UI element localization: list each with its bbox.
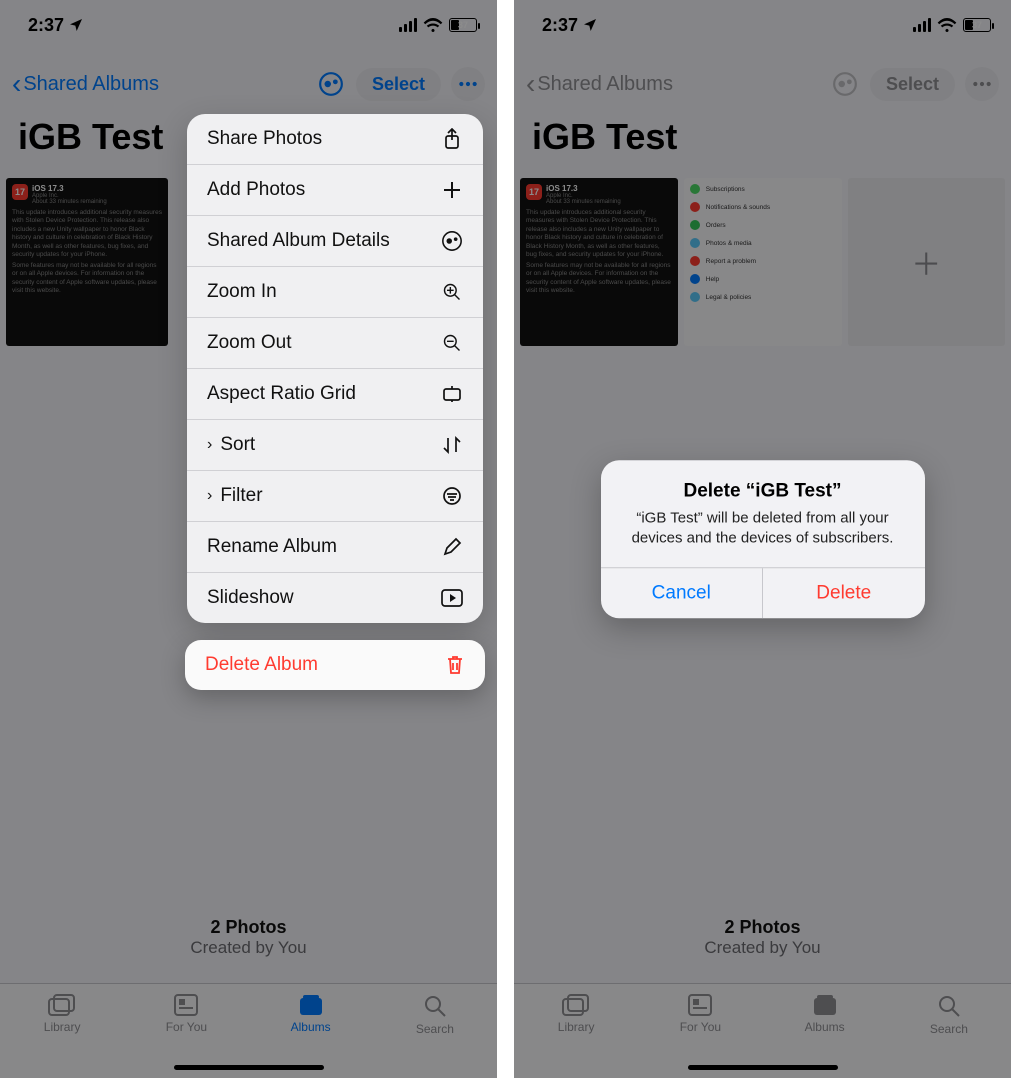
color-dot-icon xyxy=(690,274,700,284)
share-icon xyxy=(441,128,463,150)
back-button[interactable]: ‹ Shared Albums xyxy=(12,70,159,98)
people-icon xyxy=(441,230,463,252)
color-dot-icon xyxy=(690,220,700,230)
color-dot-icon xyxy=(690,184,700,194)
delete-alert: Delete “iGB Test” “iGB Test” will be del… xyxy=(601,460,925,618)
back-label: Shared Albums xyxy=(537,73,673,96)
sort-icon xyxy=(441,434,463,456)
menu-share-photos[interactable]: Share Photos xyxy=(187,114,483,165)
menu-rename-album[interactable]: Rename Album xyxy=(187,522,483,573)
tab-library[interactable]: Library xyxy=(514,984,638,1078)
list-item: Legal & policies xyxy=(690,292,836,302)
wifi-icon xyxy=(423,18,443,32)
chevron-left-icon: ‹ xyxy=(526,70,535,98)
more-button[interactable] xyxy=(965,67,999,101)
menu-slideshow[interactable]: Slideshow xyxy=(187,573,483,623)
more-button[interactable] xyxy=(451,67,485,101)
back-button[interactable]: ‹ Shared Albums xyxy=(526,70,673,98)
tab-search[interactable]: Search xyxy=(887,984,1011,1078)
battery-icon: 37 xyxy=(963,18,991,32)
select-button[interactable]: Select xyxy=(870,68,955,101)
menu-zoom-in[interactable]: Zoom In xyxy=(187,267,483,318)
tab-bar: Library For You Albums Search xyxy=(514,983,1011,1078)
list-item: Orders xyxy=(690,220,836,230)
chevron-right-icon: › xyxy=(207,487,212,505)
add-photo-tile[interactable]: ＋ xyxy=(848,178,1005,346)
color-dot-icon xyxy=(690,292,700,302)
tab-library[interactable]: Library xyxy=(0,984,124,1078)
color-dot-icon xyxy=(690,202,700,212)
aspect-ratio-icon xyxy=(441,383,463,405)
alert-message: “iGB Test” will be deleted from all your… xyxy=(623,508,903,549)
list-item: Notifications & sounds xyxy=(690,202,836,212)
nav-bar: ‹ Shared Albums Select xyxy=(514,58,1011,110)
tab-for-you[interactable]: For You xyxy=(638,984,762,1078)
location-icon xyxy=(68,17,84,33)
home-indicator xyxy=(174,1065,324,1070)
status-time: 2:37 xyxy=(28,15,64,36)
pencil-icon xyxy=(441,536,463,558)
wifi-icon xyxy=(937,18,957,32)
menu-shared-album-details[interactable]: Shared Album Details xyxy=(187,216,483,267)
context-menu: Share Photos Add Photos Shared Album Det… xyxy=(187,114,483,623)
status-bar: 2:37 37 xyxy=(0,0,497,50)
play-rect-icon xyxy=(441,587,463,609)
status-time: 2:37 xyxy=(542,15,578,36)
filter-icon xyxy=(441,485,463,507)
menu-filter[interactable]: › Filter xyxy=(187,471,483,522)
list-item: Help xyxy=(690,274,836,284)
chevron-left-icon: ‹ xyxy=(12,70,21,98)
nav-bar: ‹ Shared Albums Select xyxy=(0,58,497,110)
menu-sort[interactable]: › Sort xyxy=(187,420,483,471)
ios-badge-icon: 17 xyxy=(526,184,542,200)
zoom-out-icon xyxy=(441,332,463,354)
menu-zoom-out[interactable]: Zoom Out xyxy=(187,318,483,369)
status-bar: 2:37 37 xyxy=(514,0,1011,50)
ios-badge-icon: 17 xyxy=(12,184,28,200)
photo-thumbnail[interactable]: Subscriptions Notifications & sounds Order… xyxy=(684,178,842,346)
plus-icon xyxy=(441,179,463,201)
tab-albums[interactable]: Albums xyxy=(249,984,373,1078)
plus-icon: ＋ xyxy=(911,240,941,284)
list-item: Subscriptions xyxy=(690,184,836,194)
cancel-button[interactable]: Cancel xyxy=(601,568,763,618)
thumbnail-row: 17 iOS 17.3 Apple Inc. About 33 minutes … xyxy=(520,178,1005,346)
shared-album-icon[interactable] xyxy=(830,69,860,99)
color-dot-icon xyxy=(690,256,700,266)
photo-thumbnail[interactable]: 17 iOS 17.3 Apple Inc. About 33 minutes … xyxy=(520,178,678,346)
back-label: Shared Albums xyxy=(23,73,159,96)
tab-search[interactable]: Search xyxy=(373,984,497,1078)
footer-summary: 2 Photos Created by You xyxy=(514,917,1011,958)
menu-add-photos[interactable]: Add Photos xyxy=(187,165,483,216)
tab-bar: Library For You Albums Search xyxy=(0,983,497,1078)
list-item: Photos & media xyxy=(690,238,836,248)
album-title: iGB Test xyxy=(532,116,677,158)
footer-summary: 2 Photos Created by You xyxy=(0,917,497,958)
zoom-in-icon xyxy=(441,281,463,303)
select-button[interactable]: Select xyxy=(356,68,441,101)
color-dot-icon xyxy=(690,238,700,248)
menu-aspect-ratio-grid[interactable]: Aspect Ratio Grid xyxy=(187,369,483,420)
cell-signal-icon xyxy=(399,18,417,32)
album-title: iGB Test xyxy=(18,116,163,158)
chevron-right-icon: › xyxy=(207,436,212,454)
trash-icon xyxy=(445,654,465,676)
tab-albums[interactable]: Albums xyxy=(763,984,887,1078)
photo-thumbnail[interactable]: 17 iOS 17.3 Apple Inc. About 33 minutes … xyxy=(6,178,168,346)
location-icon xyxy=(582,17,598,33)
phone-left: 2:37 37 ‹ Shared Albums Select iGB Test … xyxy=(0,0,497,1078)
cell-signal-icon xyxy=(913,18,931,32)
tab-for-you[interactable]: For You xyxy=(124,984,248,1078)
battery-icon: 37 xyxy=(449,18,477,32)
alert-title: Delete “iGB Test” xyxy=(623,480,903,502)
delete-button[interactable]: Delete xyxy=(762,568,925,618)
shared-album-icon[interactable] xyxy=(316,69,346,99)
menu-delete-album[interactable]: Delete Album xyxy=(185,640,485,690)
phone-right: 2:37 37 ‹ Shared Albums Select iGB Test … xyxy=(514,0,1011,1078)
home-indicator xyxy=(688,1065,838,1070)
list-item: Report a problem xyxy=(690,256,836,266)
